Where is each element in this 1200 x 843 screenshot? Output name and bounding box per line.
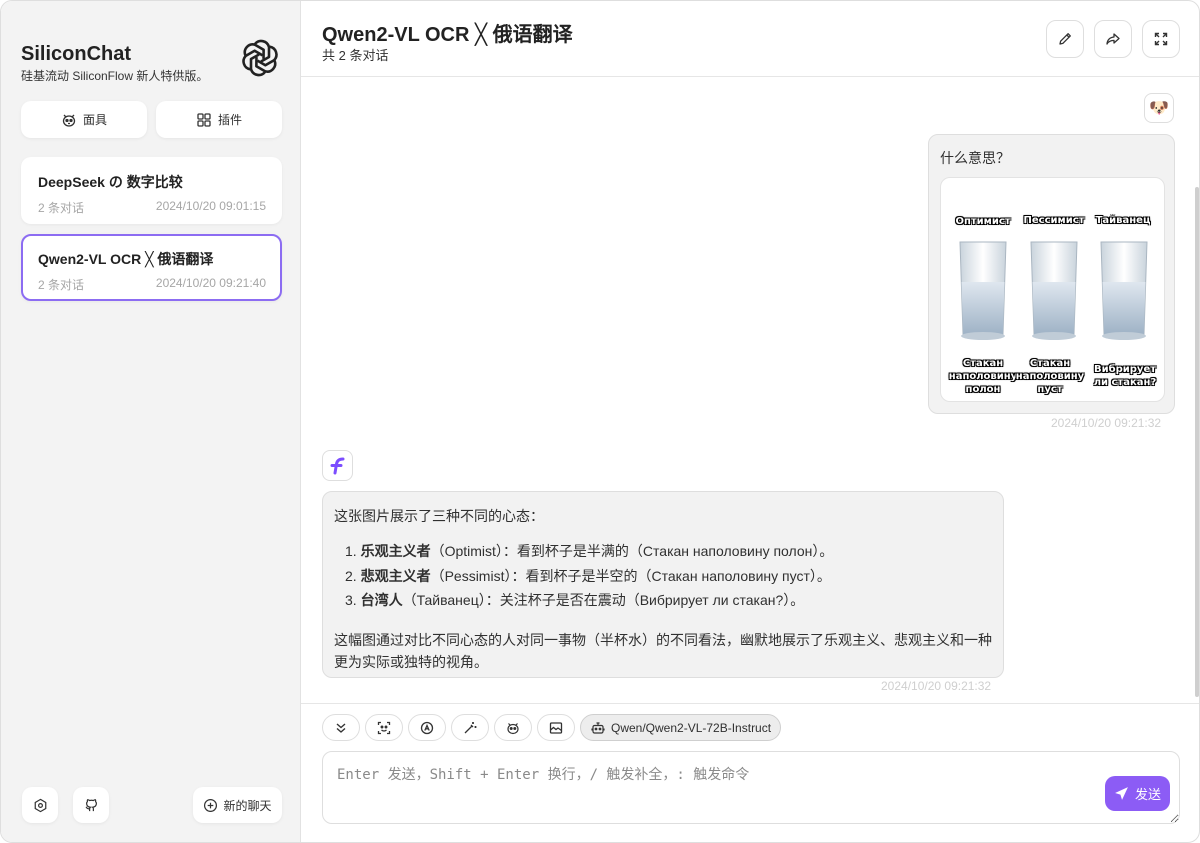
pencil-icon bbox=[1059, 33, 1071, 45]
share-button[interactable] bbox=[1094, 20, 1132, 58]
glass-pessimist-icon bbox=[1030, 241, 1078, 340]
prompt-button[interactable] bbox=[365, 714, 403, 741]
model-name: Qwen/Qwen2-VL-72B-Instruct bbox=[611, 720, 772, 735]
double-chevron-down-icon bbox=[336, 722, 346, 733]
chat-item-title: Qwen2-VL OCR ╳ 俄语翻译 bbox=[38, 251, 214, 267]
glass-top-label: Тайванец bbox=[1095, 215, 1151, 226]
list-item: 1. 乐观主义者（Optimist）：看到杯子是半满的（Стакан напол… bbox=[345, 542, 833, 567]
list-item-term: 悲观主义者 bbox=[360, 567, 431, 584]
message-input[interactable] bbox=[322, 751, 1180, 824]
list-item-term: 台湾人 bbox=[360, 592, 403, 608]
new-chat-label: 新的聊天 bbox=[223, 798, 272, 813]
chat-header: Qwen2-VL OCR ╳ 俄语翻译 共 2 条对话 bbox=[301, 1, 1199, 77]
chat-item-active[interactable]: Qwen2-VL OCR ╳ 俄语翻译 2 条对话 2024/10/20 09:… bbox=[21, 234, 282, 301]
bot-message-list: 1. 乐观主义者（Optimist）：看到杯子是半满的（Стакан напол… bbox=[345, 542, 833, 616]
user-message: 什么意思？ Оптимист Пессимист Тайванец Стакан… bbox=[928, 134, 1175, 414]
list-number: 2. bbox=[345, 567, 357, 584]
auto-theme-icon bbox=[420, 721, 434, 734]
chat-item[interactable]: DeepSeek の 数字比较 2 条对话 2024/10/20 09:01:1… bbox=[21, 157, 282, 224]
user-message-time: 2024/10/20 09:21:32 bbox=[1051, 416, 1162, 430]
send-button-label: 发送 bbox=[1134, 787, 1161, 802]
chat-item-count: 2 条对话 bbox=[38, 201, 85, 215]
glass-bottom-label: Стакан наполовину пуст bbox=[1015, 358, 1085, 395]
theme-button[interactable] bbox=[408, 714, 446, 741]
brand-subtitle: 硅基流动 SiliconFlow 新人特供版。 bbox=[21, 69, 209, 83]
siliconflow-logo-icon bbox=[330, 457, 344, 474]
settings-button[interactable] bbox=[22, 787, 58, 823]
grid-icon bbox=[197, 112, 211, 127]
list-item-term: 乐观主义者 bbox=[360, 543, 431, 559]
model-selector[interactable]: Qwen/Qwen2-VL-72B-Instruct bbox=[580, 714, 781, 741]
attached-image[interactable]: Оптимист Пессимист Тайванец Стакан напол… bbox=[940, 177, 1165, 402]
glass-top-label: Пессимист bbox=[1023, 215, 1085, 226]
scrollbar[interactable] bbox=[1195, 187, 1199, 697]
chat-main: Qwen2-VL OCR ╳ 俄语翻译 共 2 条对话 🐶 什么意思？ Опти… bbox=[301, 1, 1199, 842]
message-list[interactable]: 🐶 什么意思？ Оптимист Пессимист Тайванец Стак… bbox=[301, 77, 1199, 703]
chat-item-date: 2024/10/20 09:21:40 bbox=[155, 276, 266, 290]
send-icon bbox=[1115, 787, 1128, 800]
list-item: 2. 悲观主义者（Pessimist）：看到杯子是半空的（Стакан напо… bbox=[345, 567, 833, 592]
github-icon bbox=[85, 798, 97, 811]
bot-avatar[interactable] bbox=[322, 450, 353, 481]
list-item: 3. 台湾人（Тайванец）：关注杯子是否在震动（Вибрирует ли … bbox=[345, 591, 833, 616]
robot-icon bbox=[591, 721, 605, 734]
mask-tool-button[interactable] bbox=[494, 714, 532, 741]
chat-item-date: 2024/10/20 09:01:15 bbox=[155, 199, 266, 213]
scroll-bottom-button[interactable] bbox=[322, 714, 360, 741]
brand-title: SiliconChat bbox=[21, 43, 132, 65]
mask-button-label: 面具 bbox=[82, 113, 107, 127]
image-icon bbox=[549, 721, 563, 734]
glass-bottom-label: Вибрирует ли стакан? bbox=[1093, 364, 1157, 388]
plugin-button-label: 插件 bbox=[217, 113, 242, 127]
magic-wand-icon bbox=[464, 721, 477, 733]
openai-logo-icon bbox=[242, 39, 278, 77]
plugin-button[interactable]: 插件 bbox=[156, 101, 282, 138]
mask-button[interactable]: 面具 bbox=[21, 101, 147, 138]
rename-button[interactable] bbox=[1046, 20, 1084, 58]
chat-subtitle: 共 2 条对话 bbox=[322, 48, 389, 63]
list-item-text: （Тайванец）：关注杯子是否在震动（Вибрирует ли стакан… bbox=[402, 592, 805, 608]
fullscreen-icon bbox=[1154, 32, 1168, 46]
user-message-text: 什么意思？ bbox=[940, 150, 1010, 166]
magic-button[interactable] bbox=[451, 714, 489, 741]
plus-circle-icon bbox=[204, 798, 218, 812]
send-button[interactable]: 发送 bbox=[1105, 776, 1170, 811]
share-icon bbox=[1106, 33, 1120, 45]
sidebar: SiliconChat 硅基流动 SiliconFlow 新人特供版。 面具 插… bbox=[1, 1, 301, 842]
fullscreen-button[interactable] bbox=[1142, 20, 1180, 58]
chat-item-title: DeepSeek の 数字比较 bbox=[38, 174, 183, 190]
glass-bottom-label: Стакан наполовину полон bbox=[948, 358, 1018, 395]
bot-message-time: 2024/10/20 09:21:32 bbox=[881, 679, 992, 693]
glass-top-label: Оптимист bbox=[955, 216, 1011, 227]
list-item-text: （Optimist）：看到杯子是半满的（Стакан наполовину по… bbox=[430, 543, 834, 559]
glass-taiwanese-icon bbox=[1100, 241, 1148, 340]
github-button[interactable] bbox=[73, 787, 109, 823]
list-number: 3. bbox=[345, 592, 357, 608]
robot-face-icon bbox=[377, 721, 391, 734]
app-window: SiliconChat 硅基流动 SiliconFlow 新人特供版。 面具 插… bbox=[0, 0, 1200, 843]
new-chat-button[interactable]: 新的聊天 bbox=[193, 787, 282, 823]
chat-title: Qwen2-VL OCR ╳ 俄语翻译 bbox=[322, 24, 573, 46]
mask-icon bbox=[62, 114, 76, 127]
user-avatar[interactable]: 🐶 bbox=[1144, 93, 1174, 123]
bot-message-conclusion: 这幅图通过对比不同心态的人对同一事物（半杯水）的不同看法，幽默地展示了乐观主义、… bbox=[334, 632, 992, 670]
list-number: 1. bbox=[345, 543, 357, 559]
settings-icon bbox=[34, 798, 46, 812]
bot-message-intro: 这张图片展示了三种不同的心态： bbox=[334, 508, 544, 524]
list-item-text: （Pessimist）：看到杯子是半空的（Стакан наполовину п… bbox=[430, 567, 831, 584]
input-panel: Qwen/Qwen2-VL-72B-Instruct 发送 bbox=[301, 703, 1199, 842]
glass-optimist-icon bbox=[959, 241, 1007, 340]
chat-item-count: 2 条对话 bbox=[38, 278, 85, 292]
bot-message: 这张图片展示了三种不同的心态： 1. 乐观主义者（Optimist）：看到杯子是… bbox=[322, 491, 1004, 678]
image-upload-button[interactable] bbox=[537, 714, 575, 741]
mask-icon bbox=[507, 722, 519, 734]
